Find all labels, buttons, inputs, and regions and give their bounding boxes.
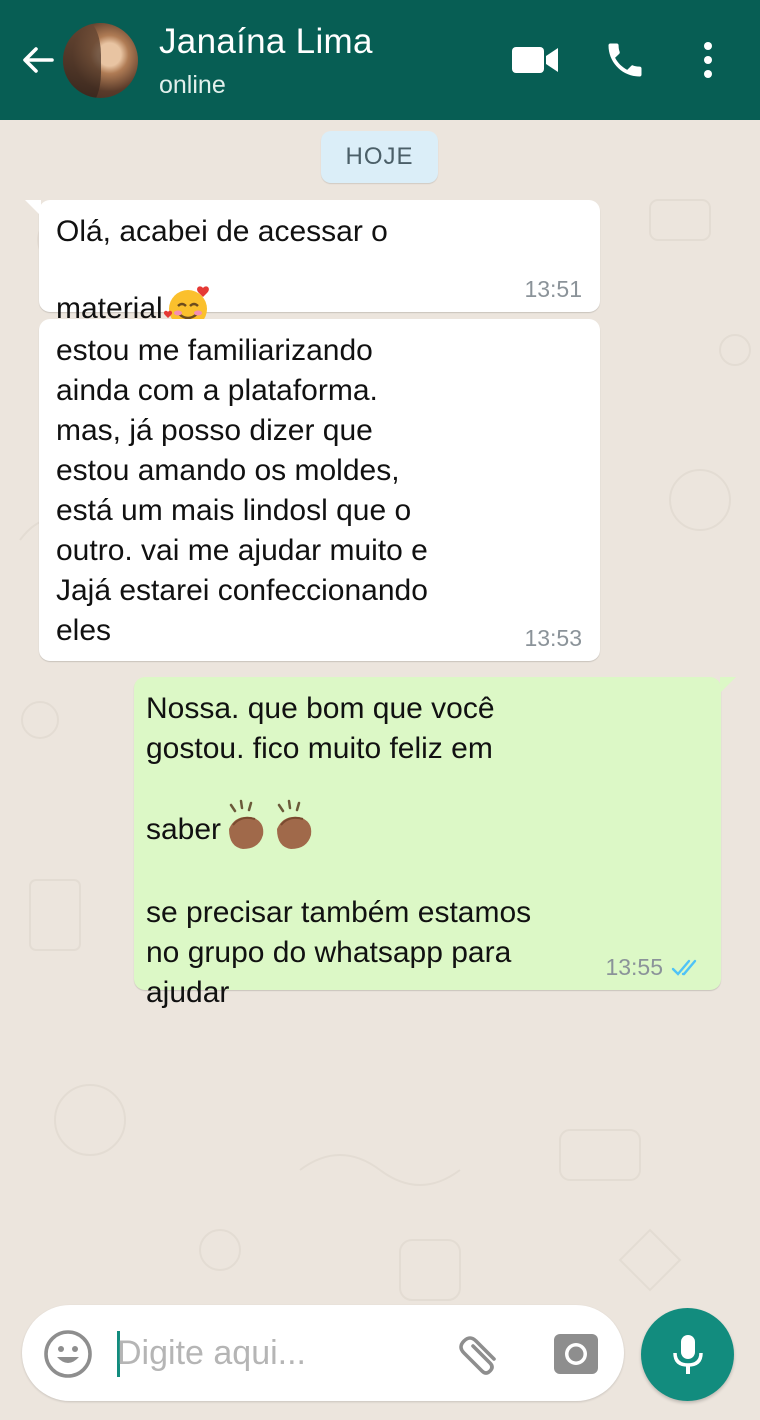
voice-call-icon[interactable]	[603, 38, 647, 82]
back-arrow-icon[interactable]	[18, 40, 58, 80]
bubble-tail	[720, 677, 736, 693]
message-text: se precisar também estamos no grupo do w…	[146, 896, 532, 1009]
message-time: 13:53	[524, 625, 582, 651]
message-input[interactable]	[117, 1325, 447, 1381]
video-call-icon[interactable]	[510, 42, 560, 78]
incoming-message[interactable]: estou me familiarizando ainda com a plat…	[39, 319, 600, 661]
message-time: 13:55	[605, 954, 663, 980]
chat-area[interactable]: HOJE Olá, acabei de acessar o material 1…	[0, 120, 760, 1420]
chat-header: Janaína Lima online	[0, 0, 760, 120]
mic-button[interactable]	[641, 1308, 734, 1401]
contact-status: online	[159, 71, 226, 99]
contact-name[interactable]: Janaína Lima	[159, 22, 373, 62]
bubble-tail	[25, 200, 41, 216]
outgoing-message[interactable]: Nossa. que bom que você gostou. fico mui…	[134, 677, 736, 1009]
message-time: 13:51	[524, 276, 582, 302]
date-chip: HOJE	[321, 131, 438, 183]
microphone-icon	[672, 1334, 703, 1374]
message-text: Olá, acabei de acessar o material	[56, 215, 388, 325]
read-receipt-icon	[671, 959, 697, 976]
contact-avatar[interactable]	[63, 23, 138, 98]
more-options-icon[interactable]	[698, 40, 718, 80]
message-composer	[22, 1305, 624, 1401]
message-text: estou me familiarizando ainda com a plat…	[56, 334, 428, 647]
emoji-icon[interactable]	[42, 1328, 94, 1380]
attach-icon[interactable]	[456, 1331, 506, 1377]
message-text: Nossa. que bom que você gostou. fico mui…	[146, 692, 495, 846]
clapping-hands-icon	[221, 769, 319, 853]
incoming-message[interactable]: Olá, acabei de acessar o material 13:51	[25, 200, 600, 328]
camera-icon[interactable]	[552, 1330, 600, 1376]
